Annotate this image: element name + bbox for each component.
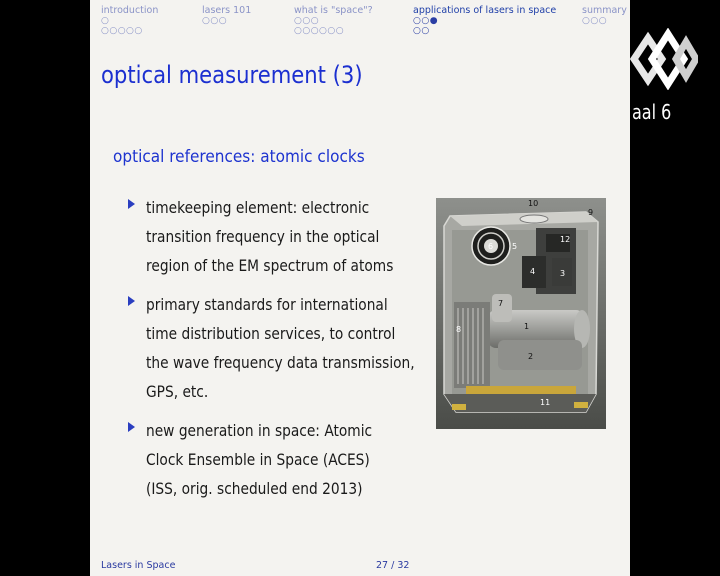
slide: introduction ○ ○○○○○ lasers 101 ○○○ what… (90, 0, 630, 576)
page-number: 27 / 32 (376, 560, 410, 571)
figure-label: 2 (528, 352, 533, 361)
ccc-logo-icon (630, 28, 698, 90)
nav-section-summary[interactable]: summary ○○○ (582, 5, 627, 26)
nav-section-title[interactable]: summary (582, 5, 627, 16)
nav-section-title[interactable]: introduction (101, 5, 158, 16)
bullet-line: time distribution services, to control (146, 324, 396, 343)
figure-label: 11 (540, 398, 550, 407)
bullet-line: new generation in space: Atomic (146, 421, 373, 440)
figure-label: 8 (456, 325, 461, 334)
figure-label: 4 (530, 267, 535, 276)
nav-frame-dots[interactable]: ○○○ (582, 16, 627, 26)
bullet-line: Clock Ensemble in Space (ACES) (146, 450, 370, 469)
nav-frame-dots[interactable]: ○○○○○○ (294, 26, 373, 36)
bullet-item: timekeeping element: electronic transiti… (128, 193, 428, 280)
atomic-clock-illustration: 10 9 6 5 12 4 3 7 8 1 2 11 (436, 198, 606, 429)
bullet-line: timekeeping element: electronic (146, 198, 370, 217)
figure-label: 1 (524, 322, 529, 331)
bullet-line: transition frequency in the optical (146, 227, 380, 246)
bullet-item: primary standards for international time… (128, 290, 428, 406)
figure-label: 3 (560, 269, 565, 278)
nav-frame-dots[interactable]: ○○○ (294, 16, 373, 26)
nav-section-title[interactable]: applications of lasers in space (413, 5, 556, 16)
bullet-item: new generation in space: Atomic Clock En… (128, 416, 428, 503)
nav-section-lasers-101[interactable]: lasers 101 ○○○ (202, 5, 251, 26)
figure-label: 10 (528, 199, 538, 208)
nav-section-title[interactable]: lasers 101 (202, 5, 251, 16)
bullet-triangle-icon (128, 422, 135, 432)
bullet-triangle-icon (128, 199, 135, 209)
nav-section-applications[interactable]: applications of lasers in space ○○● ○○ (413, 5, 556, 36)
nav-frame-dots[interactable]: ○○● (413, 16, 556, 26)
bullet-line: region of the EM spectrum of atoms (146, 256, 394, 275)
nav-frame-dots[interactable]: ○ (101, 16, 158, 26)
figure-label: 9 (588, 208, 593, 217)
room-label: aal 6 (632, 100, 672, 124)
nav-section-title[interactable]: what is "space"? (294, 5, 373, 16)
bullet-line: primary standards for international (146, 295, 388, 314)
bullet-line: the wave frequency data transmission, (146, 353, 415, 372)
slide-footer: Lasers in Space 27 / 32 (90, 556, 630, 576)
figure-label: 5 (512, 242, 517, 251)
nav-section-introduction[interactable]: introduction ○ ○○○○○ (101, 5, 158, 36)
atomic-clock-figure: 10 9 6 5 12 4 3 7 8 1 2 11 (436, 198, 606, 429)
nav-frame-dots[interactable]: ○○○○○ (101, 26, 158, 36)
footer-title: Lasers in Space (101, 560, 176, 571)
nav-section-what-is-space[interactable]: what is "space"? ○○○ ○○○○○○ (294, 5, 373, 36)
figure-label: 12 (560, 235, 570, 244)
figure-label: 6 (488, 242, 493, 251)
nav-frame-dots[interactable]: ○○○ (202, 16, 251, 26)
bullet-triangle-icon (128, 296, 135, 306)
nav-frame-dots[interactable]: ○○ (413, 26, 556, 36)
figure-label: 7 (498, 299, 503, 308)
navigation-bar: introduction ○ ○○○○○ lasers 101 ○○○ what… (90, 0, 630, 44)
bullet-line: GPS, etc. (146, 382, 209, 401)
bullet-list: timekeeping element: electronic transiti… (128, 193, 428, 513)
bullet-line: (ISS, orig. scheduled end 2013) (146, 479, 363, 498)
frame-title: optical measurement (3) (101, 61, 363, 89)
block-title: optical references: atomic clocks (113, 147, 365, 167)
